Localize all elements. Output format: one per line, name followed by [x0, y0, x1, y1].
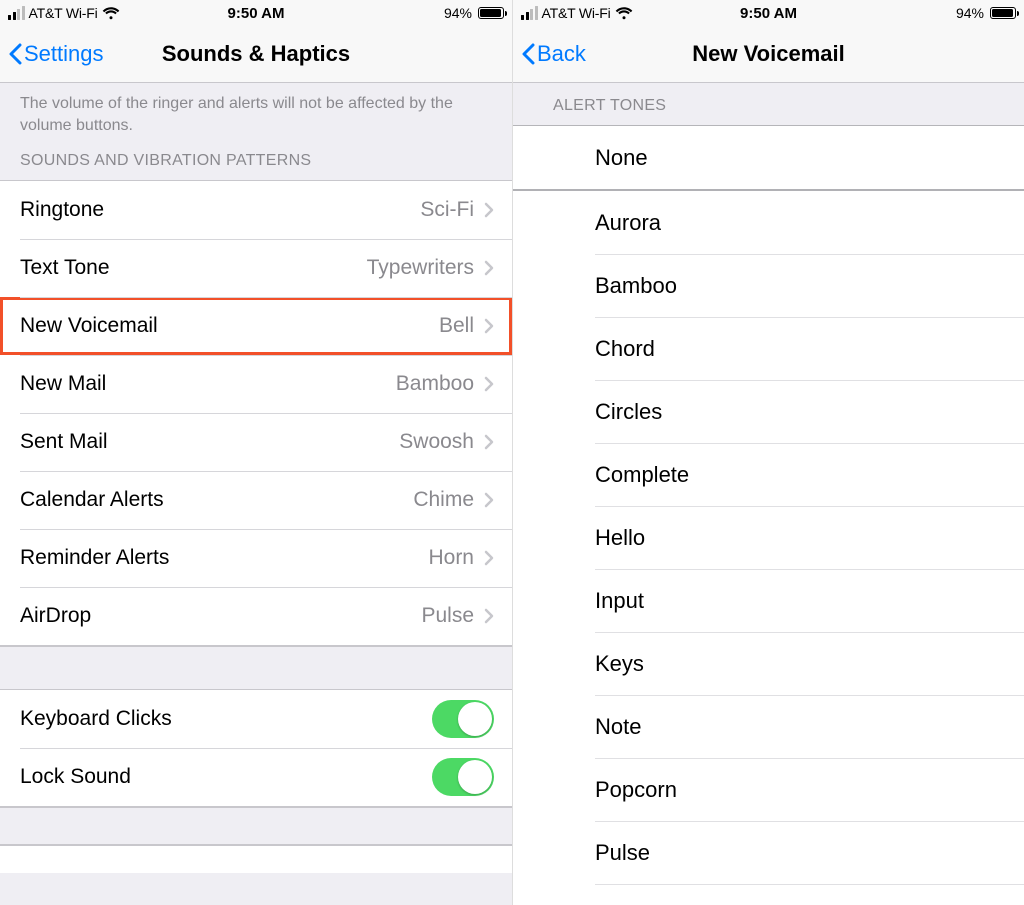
chevron-left-icon [8, 43, 22, 65]
tone-row-none[interactable]: None [513, 126, 1024, 189]
tone-label: Chord [595, 336, 655, 362]
tone-row[interactable]: Bamboo [513, 254, 1024, 317]
tone-label: Aurora [595, 210, 661, 236]
tone-row[interactable]: Aurora [513, 191, 1024, 254]
row-keyboard-clicks[interactable]: Keyboard Clicks [0, 690, 512, 748]
status-time: 9:50 AM [740, 5, 797, 22]
tone-label: Pulse [595, 840, 650, 866]
back-button[interactable]: Back [521, 41, 586, 67]
row-label: AirDrop [20, 604, 91, 628]
tone-label: Circles [595, 399, 662, 425]
toggle-group: Keyboard Clicks Lock Sound [0, 690, 512, 807]
tone-label: Popcorn [595, 777, 677, 803]
row-label: Text Tone [20, 256, 110, 280]
row-text-tone[interactable]: Text Tone Typewriters [0, 239, 512, 297]
row-label: Ringtone [20, 198, 104, 222]
row-sent-mail[interactable]: Sent Mail Swoosh [0, 413, 512, 471]
status-bar: AT&T Wi-Fi 9:50 AM 94% [0, 0, 512, 26]
row-ringtone[interactable]: Ringtone Sci-Fi [0, 181, 512, 239]
row-value: Bamboo [396, 372, 474, 396]
row-value: Chime [413, 488, 474, 512]
row-lock-sound[interactable]: Lock Sound [0, 748, 512, 806]
tone-row[interactable]: Synth [513, 884, 1024, 905]
row-value: Horn [428, 546, 474, 570]
row-label: Lock Sound [20, 765, 131, 789]
row-value: Sci-Fi [420, 198, 474, 222]
back-label: Back [537, 41, 586, 67]
tone-list: Aurora Bamboo Chord Circles Complete Hel… [513, 191, 1024, 905]
tone-row[interactable]: Input [513, 569, 1024, 632]
screen-new-voicemail: AT&T Wi-Fi 9:50 AM 94% Back New Voicemai… [512, 0, 1024, 905]
row-value: Typewriters [367, 256, 474, 280]
section-header-sounds: SOUNDS AND VIBRATION PATTERNS [0, 144, 512, 180]
wifi-icon [102, 7, 120, 20]
toggle-on-icon[interactable] [432, 700, 494, 738]
tone-label: None [595, 145, 648, 171]
row-label: Reminder Alerts [20, 546, 169, 570]
carrier-label: AT&T Wi-Fi [29, 5, 98, 21]
row-label: Calendar Alerts [20, 488, 164, 512]
battery-percent: 94% [444, 5, 472, 21]
chevron-left-icon [521, 43, 535, 65]
chevron-right-icon [484, 376, 494, 392]
battery-percent: 94% [956, 5, 984, 21]
chevron-right-icon [484, 550, 494, 566]
signal-icon [521, 6, 538, 20]
tone-row[interactable]: Complete [513, 443, 1024, 506]
chevron-right-icon [484, 318, 494, 334]
tone-row[interactable]: Chord [513, 317, 1024, 380]
page-title: Sounds & Haptics [162, 41, 350, 67]
tone-label: Input [595, 588, 644, 614]
status-bar: AT&T Wi-Fi 9:50 AM 94% [513, 0, 1024, 26]
tone-row[interactable]: Popcorn [513, 758, 1024, 821]
row-value: Bell [439, 314, 474, 338]
wifi-icon [615, 7, 633, 20]
tone-row[interactable]: Note [513, 695, 1024, 758]
chevron-right-icon [484, 492, 494, 508]
status-time: 9:50 AM [228, 5, 285, 22]
carrier-label: AT&T Wi-Fi [542, 5, 611, 21]
section-gap [0, 646, 512, 690]
tone-label: Complete [595, 462, 689, 488]
battery-icon [478, 7, 504, 19]
signal-icon [8, 6, 25, 20]
section-header-alert-tones: ALERT TONES [513, 83, 1024, 125]
tone-row[interactable]: Hello [513, 506, 1024, 569]
tone-label: Bamboo [595, 273, 677, 299]
row-reminder-alerts[interactable]: Reminder Alerts Horn [0, 529, 512, 587]
back-label: Settings [24, 41, 104, 67]
tone-label: Note [595, 714, 641, 740]
chevron-right-icon [484, 434, 494, 450]
row-airdrop[interactable]: AirDrop Pulse [0, 587, 512, 645]
tone-label: Keys [595, 651, 644, 677]
row-value: Pulse [421, 604, 474, 628]
tone-row[interactable]: Circles [513, 380, 1024, 443]
row-calendar-alerts[interactable]: Calendar Alerts Chime [0, 471, 512, 529]
sound-pattern-group: Ringtone Sci-Fi Text Tone Typewriters Ne… [0, 180, 512, 646]
chevron-right-icon [484, 608, 494, 624]
row-label: Sent Mail [20, 430, 108, 454]
row-label: New Mail [20, 372, 106, 396]
row-new-mail[interactable]: New Mail Bamboo [0, 355, 512, 413]
tone-label: Hello [595, 525, 645, 551]
row-label: Keyboard Clicks [20, 707, 172, 731]
section-gap [0, 807, 512, 845]
tone-row[interactable]: Pulse [513, 821, 1024, 884]
volume-description: The volume of the ringer and alerts will… [0, 83, 512, 144]
partial-row [0, 845, 512, 873]
chevron-right-icon [484, 260, 494, 276]
page-title: New Voicemail [692, 41, 844, 67]
row-label: New Voicemail [20, 314, 158, 338]
toggle-on-icon[interactable] [432, 758, 494, 796]
navbar: Settings Sounds & Haptics [0, 26, 512, 83]
navbar: Back New Voicemail [513, 26, 1024, 83]
back-button[interactable]: Settings [8, 41, 104, 67]
tone-row[interactable]: Keys [513, 632, 1024, 695]
row-value: Swoosh [399, 430, 474, 454]
battery-icon [990, 7, 1016, 19]
tone-none-group: None [513, 125, 1024, 191]
row-new-voicemail[interactable]: New Voicemail Bell [0, 297, 512, 355]
chevron-right-icon [484, 202, 494, 218]
screen-sounds-haptics: AT&T Wi-Fi 9:50 AM 94% Settings Sounds &… [0, 0, 512, 905]
